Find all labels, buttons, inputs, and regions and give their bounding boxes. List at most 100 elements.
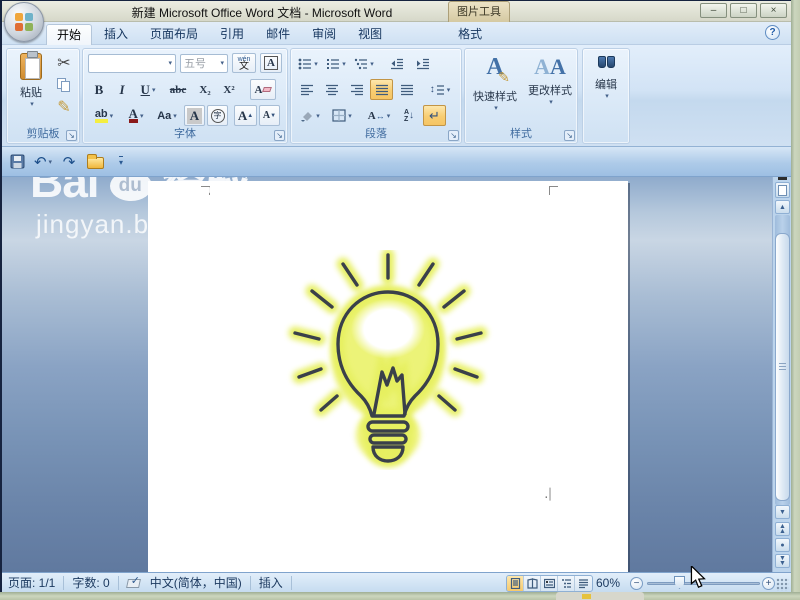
up-arrow-icon: ▲: [779, 203, 786, 211]
window-resize-grip[interactable]: [776, 578, 789, 591]
chevron-down-icon: ▾: [109, 112, 114, 120]
enclose-characters-button[interactable]: 字: [207, 105, 228, 126]
phonetic-guide-button[interactable]: wén 文: [232, 53, 256, 73]
divider: [290, 575, 292, 590]
watermark-bai-text: Bai: [30, 177, 100, 207]
web-layout-view-button[interactable]: [541, 576, 558, 591]
font-name-combo[interactable]: ▾: [88, 53, 176, 73]
editing-button[interactable]: 编辑 ▾: [585, 53, 627, 139]
minimize-button[interactable]: –: [700, 3, 727, 18]
select-browse-object-button[interactable]: ●: [775, 538, 790, 552]
numbering-button[interactable]: ▾: [323, 53, 349, 74]
zoom-slider-thumb[interactable]: [674, 576, 685, 589]
help-icon[interactable]: ?: [765, 25, 780, 40]
font-dialog-launcher[interactable]: ↘: [274, 130, 285, 141]
increase-indent-button[interactable]: [411, 53, 435, 74]
redo-button[interactable]: ↷: [59, 152, 79, 172]
insert-mode-indicator[interactable]: 插入: [259, 574, 283, 591]
tab-page-layout[interactable]: 页面布局: [140, 24, 208, 45]
paste-button[interactable]: 粘贴 ▾: [11, 51, 51, 108]
text-highlight-button[interactable]: ab ▾: [88, 105, 120, 126]
align-right-button[interactable]: [345, 79, 368, 100]
tab-review[interactable]: 审阅: [302, 24, 346, 45]
ruler-toggle-button[interactable]: [775, 182, 790, 198]
office-button[interactable]: [4, 2, 44, 42]
language-indicator[interactable]: 中文(简体，中国): [150, 574, 242, 591]
print-layout-view-button[interactable]: [507, 576, 524, 591]
change-case-button[interactable]: Aa ▾: [152, 105, 182, 126]
fullscreen-reading-view-button[interactable]: [524, 576, 541, 591]
clipboard-dialog-launcher[interactable]: ↘: [66, 130, 77, 141]
align-left-button[interactable]: [295, 79, 318, 100]
tab-view[interactable]: 视图: [348, 24, 392, 45]
multilevel-list-button[interactable]: ▾: [351, 53, 377, 74]
font-size-combo[interactable]: 五号 ▾: [180, 53, 228, 73]
distribute-button[interactable]: [395, 79, 418, 100]
character-border-button[interactable]: A: [260, 53, 282, 73]
quick-styles-button[interactable]: A ✎ 快速样式 ▾: [468, 53, 522, 127]
lightbulb-image[interactable]: [278, 250, 498, 470]
paragraph-group-label: 段落: [365, 128, 387, 140]
qat-customize-button[interactable]: ▾: [111, 152, 131, 172]
spell-check-icon[interactable]: ✓: [125, 575, 142, 589]
zoom-out-button[interactable]: −: [630, 577, 643, 590]
strikethrough-button[interactable]: abc: [164, 79, 192, 100]
asian-layout-button[interactable]: A ↔ ▾: [363, 105, 395, 126]
align-center-button[interactable]: [320, 79, 343, 100]
grow-font-button[interactable]: A ▲: [234, 105, 257, 126]
zoom-in-button[interactable]: +: [762, 577, 775, 590]
italic-button[interactable]: I: [112, 79, 132, 100]
tab-home[interactable]: 开始: [46, 24, 93, 45]
document-workspace: .▏ Bai du 经验 jingyan.baidu.com ▲ ▼ ▲▲ ●: [2, 177, 791, 572]
justify-button[interactable]: [370, 79, 393, 100]
save-icon: [10, 154, 24, 169]
scroll-down-button[interactable]: ▼: [775, 505, 790, 519]
superscript-button[interactable]: X²: [218, 79, 240, 100]
scroll-up-button[interactable]: ▲: [775, 200, 790, 214]
next-page-button[interactable]: ▼ ▼: [775, 554, 790, 568]
bold-button[interactable]: B: [88, 79, 110, 100]
show-hide-marks-button[interactable]: ↵: [423, 105, 446, 126]
previous-page-button[interactable]: ▲ ▲: [775, 522, 790, 536]
paragraph-dialog-launcher[interactable]: ↘: [448, 130, 459, 141]
bullets-button[interactable]: ▾: [295, 53, 321, 74]
character-shading-button[interactable]: A: [184, 105, 205, 126]
tab-mailings[interactable]: 邮件: [256, 24, 300, 45]
binoculars-icon: [597, 56, 615, 68]
shrink-font-button[interactable]: A ▼: [259, 105, 280, 126]
editing-group: 编辑 ▾: [582, 48, 630, 144]
tab-insert[interactable]: 插入: [94, 24, 138, 45]
clear-formatting-button[interactable]: A: [250, 79, 276, 100]
view-shortcuts: [506, 575, 593, 592]
line-spacing-button[interactable]: ↕ ▾: [425, 79, 455, 100]
undo-button[interactable]: ↶ ▾: [33, 152, 53, 172]
down-arrow-icon: ↓: [409, 110, 415, 121]
decrease-indent-button[interactable]: [385, 53, 409, 74]
close-button[interactable]: ×: [760, 3, 787, 18]
change-styles-button[interactable]: AA 更改样式 ▾: [523, 53, 577, 127]
subscript-button[interactable]: X₂: [194, 79, 216, 100]
restore-button[interactable]: □: [730, 3, 757, 18]
format-painter-button[interactable]: ✎: [53, 97, 75, 116]
borders-button[interactable]: ▾: [327, 105, 357, 126]
outline-view-button[interactable]: [558, 576, 575, 591]
copy-button[interactable]: [53, 75, 75, 94]
sort-button[interactable]: A Z ↓: [397, 105, 421, 126]
page-indicator[interactable]: 页面: 1/1: [8, 574, 55, 591]
save-button[interactable]: [7, 152, 27, 172]
scrollbar-thumb[interactable]: [775, 233, 790, 501]
tab-format[interactable]: 格式: [448, 24, 492, 45]
open-button[interactable]: [85, 152, 105, 172]
split-handle[interactable]: [778, 177, 787, 180]
font-color-button[interactable]: A ▾: [122, 105, 150, 126]
styles-dialog-launcher[interactable]: ↘: [564, 130, 575, 141]
zoom-level[interactable]: 60%: [596, 576, 620, 590]
tab-references[interactable]: 引用: [210, 24, 254, 45]
underline-button[interactable]: U ▾: [134, 79, 162, 100]
word-count[interactable]: 字数: 0: [72, 574, 109, 591]
draft-view-button[interactable]: [575, 576, 592, 591]
chevron-down-icon: ▾: [494, 105, 498, 112]
cut-button[interactable]: ✂: [53, 53, 75, 72]
paste-icon: [20, 51, 42, 80]
shading-button[interactable]: ▾: [295, 105, 325, 126]
